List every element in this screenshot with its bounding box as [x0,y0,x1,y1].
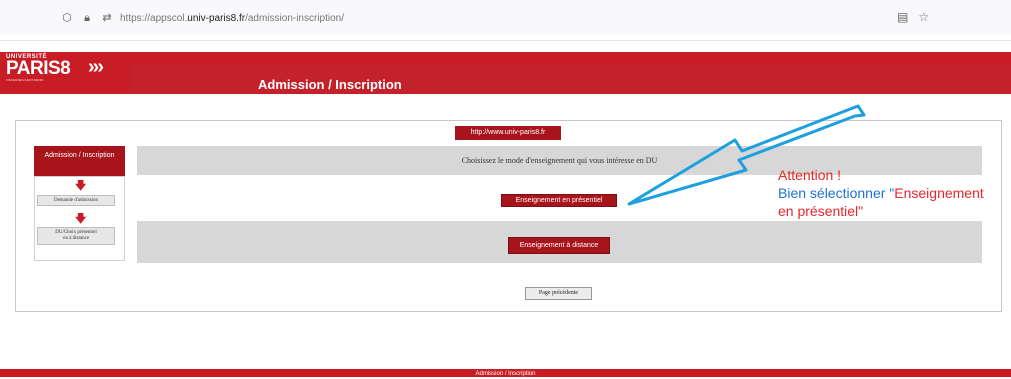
attention-line2: Bien sélectionner "Enseignement [778,184,1010,202]
attention-line1: Attention ! [778,167,842,183]
attention-line3: en présentiel" [778,203,864,219]
attention-line2-blue: Bien sélectionner " [778,185,895,201]
site-footer: Admission / Inscription [0,369,1011,377]
attention-note: Attention ! Bien sélectionner "Enseignem… [778,166,1010,220]
attention-line2-red: Enseignement [894,185,984,201]
